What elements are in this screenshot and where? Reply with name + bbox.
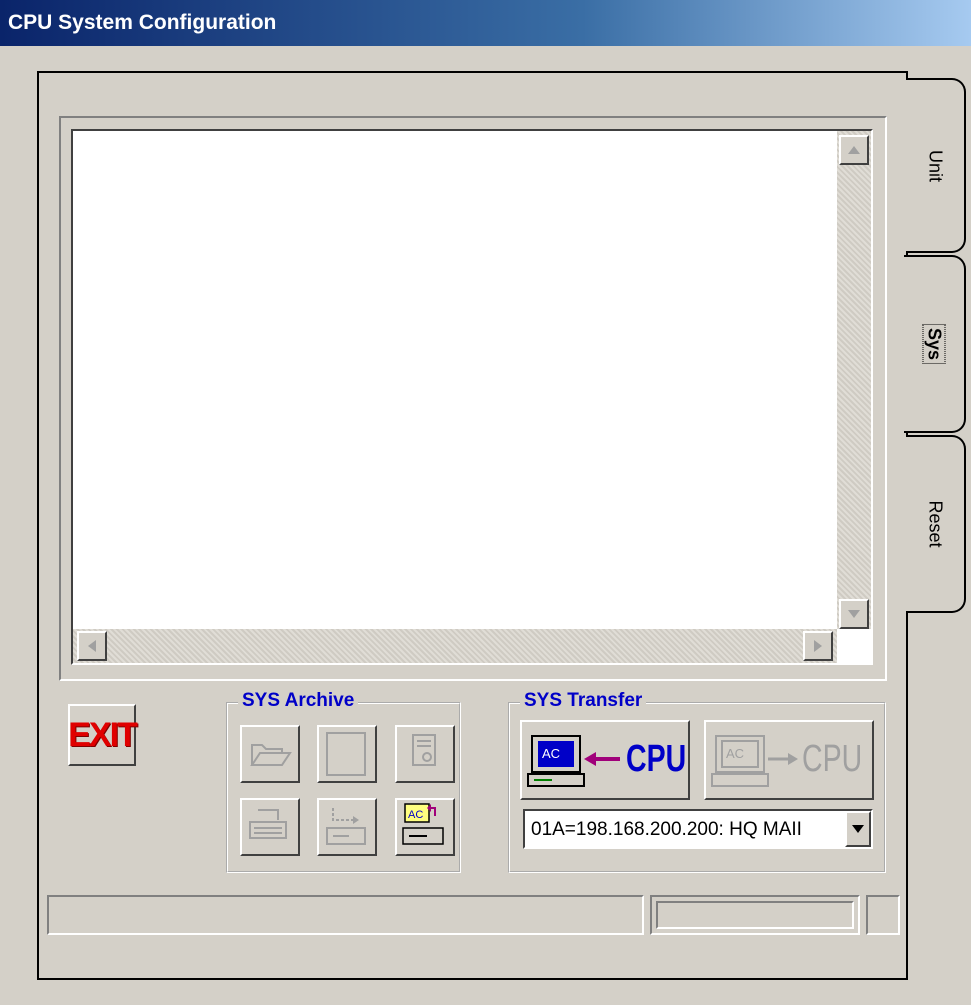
tab-reset-label: Reset <box>925 500 946 548</box>
exit-button[interactable]: EXIT <box>68 704 138 766</box>
target-cpu-select[interactable]: 01A=198.168.200.200: HQ MAII <box>523 809 873 849</box>
sys-output-listbox[interactable] <box>71 129 873 665</box>
archive-print-button[interactable] <box>240 798 300 856</box>
to-cpu-label: CPU <box>802 738 863 780</box>
archive-save-button[interactable] <box>317 798 377 856</box>
ac-to-drive-icon: AC <box>402 803 444 845</box>
scroll-up-button[interactable] <box>839 135 869 165</box>
sys-transfer-title: SYS Transfer <box>520 690 647 712</box>
archive-properties-button[interactable] <box>395 725 455 783</box>
target-cpu-value: 01A=198.168.200.200: HQ MAII <box>531 819 802 840</box>
arrow-right-icon <box>814 640 822 652</box>
arrow-left-icon <box>88 640 96 652</box>
arrow-down-icon <box>848 610 860 618</box>
tab-unit-label: Unit <box>925 149 946 182</box>
tab-sys[interactable]: Sys <box>904 255 966 433</box>
from-cpu-screen-label: AC <box>542 746 561 761</box>
exit-label: EXIT <box>68 715 138 754</box>
status-panel-tail <box>866 895 900 935</box>
document-settings-icon <box>412 734 436 766</box>
folder-open-icon <box>250 744 292 766</box>
to-cpu-screen-label: AC <box>726 746 745 761</box>
window-title: CPU System Configuration <box>0 0 971 46</box>
archive-load-button[interactable]: AC <box>395 798 455 856</box>
blank-page-icon <box>326 732 366 776</box>
write-to-cpu-button[interactable]: AC CPU <box>704 720 874 800</box>
scroll-left-button[interactable] <box>77 631 107 661</box>
archive-open-button[interactable] <box>240 725 300 783</box>
save-to-drive-icon <box>326 808 366 845</box>
read-from-cpu-button[interactable]: AC CPU <box>520 720 690 800</box>
dropdown-button[interactable] <box>845 811 871 847</box>
tab-sys-label: Sys <box>922 323 946 365</box>
svg-text:AC: AC <box>408 809 423 821</box>
printer-icon <box>249 809 287 839</box>
tab-unit[interactable]: Unit <box>906 78 966 253</box>
chevron-down-icon <box>852 825 864 833</box>
horizontal-scrollbar[interactable] <box>73 629 837 663</box>
scroll-right-button[interactable] <box>803 631 833 661</box>
sys-archive-title: SYS Archive <box>238 690 359 712</box>
from-cpu-label: CPU <box>626 738 687 780</box>
status-panel-secondary <box>650 895 860 935</box>
status-progress-well <box>656 901 854 929</box>
status-panel-main <box>47 895 644 935</box>
scroll-down-button[interactable] <box>839 599 869 629</box>
arrow-up-icon <box>848 146 860 154</box>
tab-reset[interactable]: Reset <box>906 435 966 613</box>
archive-new-button[interactable] <box>317 725 377 783</box>
vertical-scrollbar[interactable] <box>837 131 871 629</box>
